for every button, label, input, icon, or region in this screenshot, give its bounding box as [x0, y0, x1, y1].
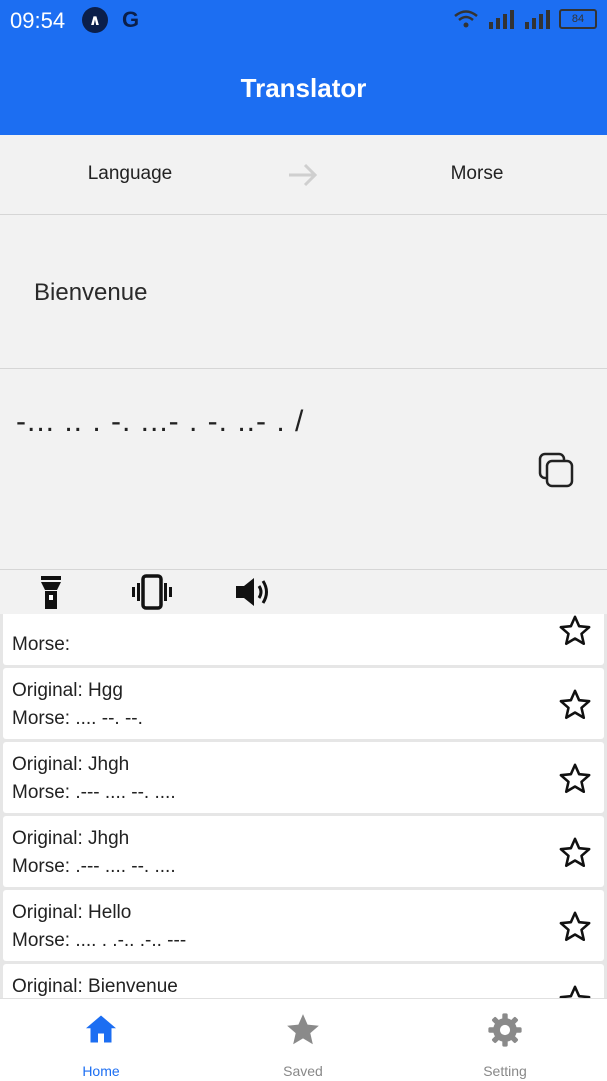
bottom-navigation: Home Saved Setting [0, 998, 607, 1081]
target-language-button[interactable]: Morse [347, 163, 607, 185]
star-icon[interactable] [558, 910, 592, 944]
history-original: Original: Hello [12, 902, 132, 923]
nav-home-label: Home [82, 1063, 120, 1079]
history-original: Original: Jhgh [12, 754, 130, 775]
star-icon[interactable] [558, 688, 592, 722]
star-icon[interactable] [558, 762, 592, 796]
history-item[interactable]: Original: Hello Morse: .... . .-.. .-.. … [3, 890, 604, 961]
input-text-area[interactable]: Bienvenue [0, 215, 607, 369]
history-item[interactable]: Original: Jhgh Morse: .--- .... --. .... [3, 742, 604, 813]
app-notification-icon: ∧ [82, 7, 108, 33]
signal-icon [525, 10, 550, 29]
language-selector-row: Language Morse [0, 136, 607, 215]
input-text[interactable]: Bienvenue [34, 279, 147, 307]
wifi-icon [454, 10, 478, 28]
status-notification-icons: ∧ G [82, 7, 139, 33]
star-icon [287, 1014, 319, 1045]
history-original: Original: Hgg [12, 680, 123, 701]
star-icon[interactable] [558, 836, 592, 870]
vibrate-icon[interactable] [131, 574, 173, 610]
history-original: Original: Jhgh [12, 828, 130, 849]
history-morse: Morse: .... --. --. [12, 708, 143, 729]
history-morse: Morse: [12, 634, 71, 655]
history-item[interactable]: Original: Hgg Morse: .... --. --. [3, 668, 604, 739]
home-icon [86, 1015, 116, 1043]
app-bar: Translator [0, 42, 607, 135]
status-bar: 09:54 ∧ G 84 [0, 0, 607, 42]
arrow-right-icon[interactable] [285, 158, 321, 192]
star-icon[interactable] [558, 984, 592, 998]
copy-icon[interactable] [537, 451, 575, 489]
nav-setting[interactable]: Setting [404, 999, 606, 1081]
history-list[interactable]: Morse: Original: Hgg Morse: .... --. --.… [0, 614, 607, 998]
app-title: Translator [240, 73, 367, 103]
output-area: -... .. . -. ...- . -. ..- . / [0, 369, 607, 570]
flashlight-icon[interactable] [38, 574, 64, 610]
history-item[interactable]: Original: Jhgh Morse: .--- .... --. .... [3, 816, 604, 887]
speaker-icon[interactable] [234, 574, 274, 610]
nav-setting-label: Setting [483, 1063, 527, 1079]
morse-output: -... .. . -. ...- . -. ..- . / [16, 405, 305, 438]
nav-saved[interactable]: Saved [202, 999, 404, 1081]
status-time: 09:54 [10, 8, 66, 33]
history-morse: Morse: .... . .-.. .-.. --- [12, 930, 187, 951]
history-item[interactable]: Morse: [3, 614, 604, 665]
signal-icon [489, 10, 514, 29]
history-morse: Morse: .--- .... --. .... [12, 782, 176, 803]
source-language-button[interactable]: Language [0, 163, 260, 185]
star-icon[interactable] [558, 614, 592, 648]
battery-icon: 84 [559, 9, 597, 29]
signal-tools-row [0, 570, 607, 614]
nav-saved-label: Saved [283, 1063, 323, 1079]
nav-home[interactable]: Home [0, 999, 202, 1081]
history-morse: Morse: .--- .... --. .... [12, 856, 176, 877]
status-indicators: 84 [453, 9, 597, 29]
google-icon: G [122, 7, 140, 32]
gear-icon [488, 1013, 522, 1047]
history-item[interactable]: Original: Bienvenue [3, 964, 604, 998]
history-original: Original: Bienvenue [12, 976, 178, 997]
